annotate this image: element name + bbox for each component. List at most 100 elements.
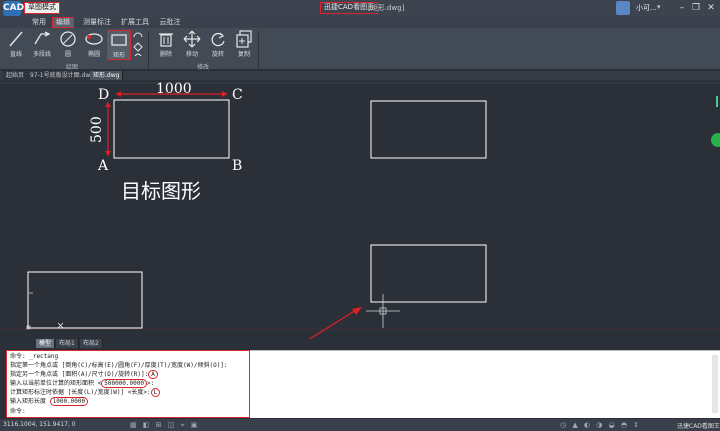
corner-label-d: D bbox=[98, 87, 110, 103]
drawing-svg bbox=[0, 82, 720, 339]
chevron-down-icon[interactable]: ▾ bbox=[657, 3, 661, 11]
tab-model[interactable]: 模型 bbox=[36, 339, 56, 348]
polyline-tool-label: 多段线 bbox=[32, 51, 51, 58]
command-line: 输入以当前单位计算的矩形面积 <500000.0000 >: bbox=[10, 379, 154, 388]
corner-label-b: B bbox=[232, 158, 243, 174]
line-tool-button[interactable]: 直线 bbox=[2, 30, 30, 60]
circle-icon bbox=[60, 31, 76, 47]
ellipse-tool-label: 椭圆 bbox=[87, 51, 100, 58]
tab-common[interactable]: 常用 bbox=[28, 17, 50, 28]
sketch-mode-label[interactable]: 草图模式 bbox=[24, 2, 60, 14]
tab-measure[interactable]: 测量标注 bbox=[80, 17, 114, 28]
corner-label-c: C bbox=[232, 87, 243, 103]
command-text-tail: >: bbox=[146, 380, 155, 387]
restore-icon[interactable]: ❐ bbox=[690, 2, 702, 14]
command-text: 指定第一个角点或 [倒角(C)/标高(E)/圆角(F)/厚度(T)/宽度(W)/… bbox=[10, 362, 228, 369]
tab-cloud-annotation[interactable]: 云批注 bbox=[157, 17, 183, 28]
rectangle-bottom-left[interactable] bbox=[27, 271, 143, 329]
line-icon bbox=[9, 31, 23, 47]
coordinate-readout: 3116.1004, 151.9417, 0 bbox=[3, 421, 76, 428]
rotate-icon bbox=[211, 32, 225, 47]
command-line: 输入矩形长度 1000.0000 bbox=[10, 397, 89, 406]
layout-tabs: 模型 布局1 布局2 bbox=[0, 339, 720, 348]
file-title: [矩形.dwg] bbox=[368, 4, 405, 12]
menu-bar: 常用 编辑 测量标注 扩展工具 云批注 bbox=[0, 17, 720, 28]
command-highlight: 500000.0000 bbox=[101, 379, 147, 388]
rotate-tool-label: 旋转 bbox=[211, 51, 224, 58]
arc-tool-button[interactable] bbox=[132, 30, 144, 60]
annotation-arrow bbox=[308, 309, 357, 339]
close-icon[interactable]: ✕ bbox=[705, 2, 717, 14]
circle-tool-button[interactable]: 圆 bbox=[54, 30, 82, 60]
move-tool-button[interactable]: 移动 bbox=[178, 30, 206, 60]
tab-edit[interactable]: 编辑 bbox=[52, 17, 74, 28]
width-dimension-label: 1000 bbox=[156, 81, 192, 97]
delete-tool-button[interactable]: 删除 bbox=[152, 30, 180, 60]
side-panel-grip[interactable] bbox=[711, 133, 720, 147]
tab-layout1[interactable]: 布局1 bbox=[56, 339, 79, 348]
snap-toggle-icons[interactable]: ▦ ◧ ⊞ ◫ ⌖ ▣ bbox=[130, 421, 199, 430]
polyline-icon bbox=[34, 31, 51, 45]
ribbon-divider bbox=[258, 31, 259, 69]
annotation-arrowhead bbox=[352, 307, 362, 315]
arc-icon bbox=[133, 32, 143, 57]
polyline-tool-button[interactable]: 多段线 bbox=[28, 30, 56, 60]
rectangle-top-right[interactable] bbox=[370, 100, 487, 159]
tray-icons[interactable]: ◷ ▲ ◐ ◑ ◒ ◓ ⇕ bbox=[560, 421, 641, 429]
rectangle-bottom-right[interactable] bbox=[370, 244, 487, 303]
ellipse-tool-button[interactable]: 椭圆 bbox=[80, 30, 108, 60]
drawing-canvas[interactable]: D C A B 1000 500 目标图形 bbox=[0, 81, 720, 339]
doc-tab-design[interactable]: 97-1号底板设计图.dwg bbox=[27, 71, 99, 80]
command-text: 指定另一个角点或 [面积(A)/尺寸(D)/旋转(R)]: bbox=[10, 371, 149, 378]
minimize-icon[interactable]: – bbox=[676, 2, 688, 14]
doc-tab-start[interactable]: 起始页 bbox=[3, 71, 29, 80]
status-bar: 3116.1004, 151.9417, 0 ▦ ◧ ⊞ ◫ ⌖ ▣ ◷ ▲ ◐… bbox=[0, 419, 720, 431]
ribbon-divider bbox=[148, 31, 149, 69]
copy-tool-button[interactable]: 复制 bbox=[230, 30, 258, 60]
command-highlight: L bbox=[150, 388, 161, 397]
command-scrollbar[interactable] bbox=[712, 355, 718, 413]
command-text: 计算矩形标注时依据 [长度(L)/宽度(W)] <长度>: bbox=[10, 389, 151, 396]
command-text: 输入矩形长度 bbox=[10, 398, 50, 405]
tab-extensions[interactable]: 扩展工具 bbox=[120, 17, 150, 28]
command-text: 命令: _rectang bbox=[10, 353, 59, 360]
copy-icon bbox=[236, 30, 252, 48]
command-line: 指定另一个角点或 [面积(A)/尺寸(D)/旋转(R)]: A bbox=[10, 370, 158, 379]
command-prompt[interactable]: 命令: bbox=[10, 407, 26, 416]
rectangle-icon bbox=[111, 34, 127, 46]
command-highlight: A bbox=[148, 370, 158, 379]
command-text: 命令: bbox=[10, 408, 26, 415]
doc-tab-rectangle[interactable]: 矩形.dwg bbox=[90, 71, 124, 80]
delete-tool-label: 删除 bbox=[159, 51, 172, 58]
command-line: 指定第一个角点或 [倒角(C)/标高(E)/圆角(F)/厚度(T)/宽度(W)/… bbox=[10, 361, 228, 370]
tab-layout2[interactable]: 布局2 bbox=[80, 339, 103, 348]
user-name[interactable]: 小可... bbox=[636, 3, 657, 13]
title-bar: CAD 草图模式 迅捷CAD看图王 [矩形.dwg] 小可... ▾ – ❐ ✕ bbox=[0, 0, 720, 17]
rotate-tool-button[interactable]: 旋转 bbox=[204, 30, 232, 60]
user-avatar[interactable] bbox=[616, 1, 630, 15]
corner-label-a: A bbox=[98, 158, 109, 174]
rectangle-tool-button[interactable]: 矩形 bbox=[107, 30, 131, 60]
move-tool-label: 移动 bbox=[185, 51, 198, 58]
command-line: 计算矩形标注时依据 [长度(L)/宽度(W)] <长度>: L bbox=[10, 388, 161, 397]
ucs-x-marker bbox=[57, 322, 64, 329]
move-icon bbox=[183, 30, 201, 48]
command-line: 命令: _rectang bbox=[10, 352, 58, 361]
app-logo[interactable]: CAD bbox=[3, 1, 24, 16]
trash-icon bbox=[159, 33, 173, 47]
command-history: 命令: _rectang 指定第一个角点或 [倒角(C)/标高(E)/圆角(F)… bbox=[6, 350, 250, 418]
height-dimension-label: 500 bbox=[89, 116, 105, 143]
target-shape-caption: 目标图形 bbox=[121, 179, 201, 203]
status-brand: 迅捷CAD看图王 bbox=[677, 423, 720, 430]
modify-group-label: 修改 bbox=[197, 64, 210, 71]
target-rectangle[interactable] bbox=[113, 99, 230, 159]
draw-group-label: 绘图 bbox=[66, 64, 79, 71]
circle-tool-label: 圆 bbox=[64, 51, 71, 58]
copy-tool-label: 复制 bbox=[237, 51, 250, 58]
command-highlight: 1000.0000 bbox=[49, 397, 89, 406]
command-area[interactable] bbox=[250, 350, 720, 418]
ellipse-icon bbox=[85, 33, 103, 45]
command-text: 输入以当前单位计算的矩形面积 < bbox=[10, 380, 102, 387]
line-tool-label: 直线 bbox=[9, 51, 22, 58]
ribbon: 直线 多段线 圆 椭圆 矩形 删除 移动 旋转 复制 绘图 修改 bbox=[0, 28, 720, 71]
